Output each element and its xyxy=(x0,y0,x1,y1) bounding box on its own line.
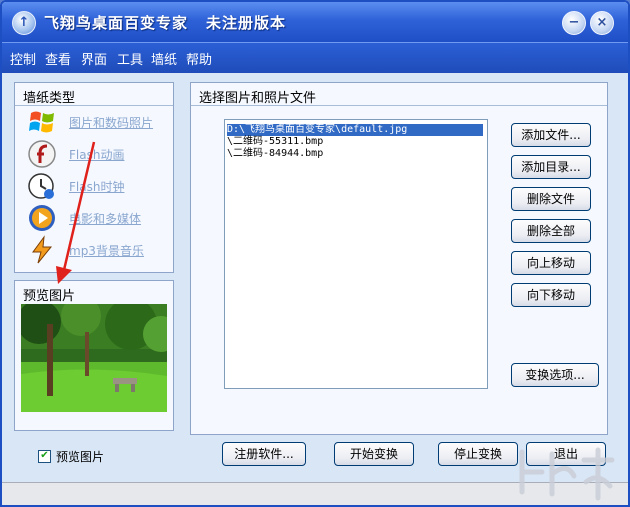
annotation-arrow-icon xyxy=(56,141,96,284)
app-window: ↑ 飞翔鸟桌面百变专家 未注册版本 − × 控制 查看 界面 工具 墙纸 帮助 墙… xyxy=(0,0,630,507)
